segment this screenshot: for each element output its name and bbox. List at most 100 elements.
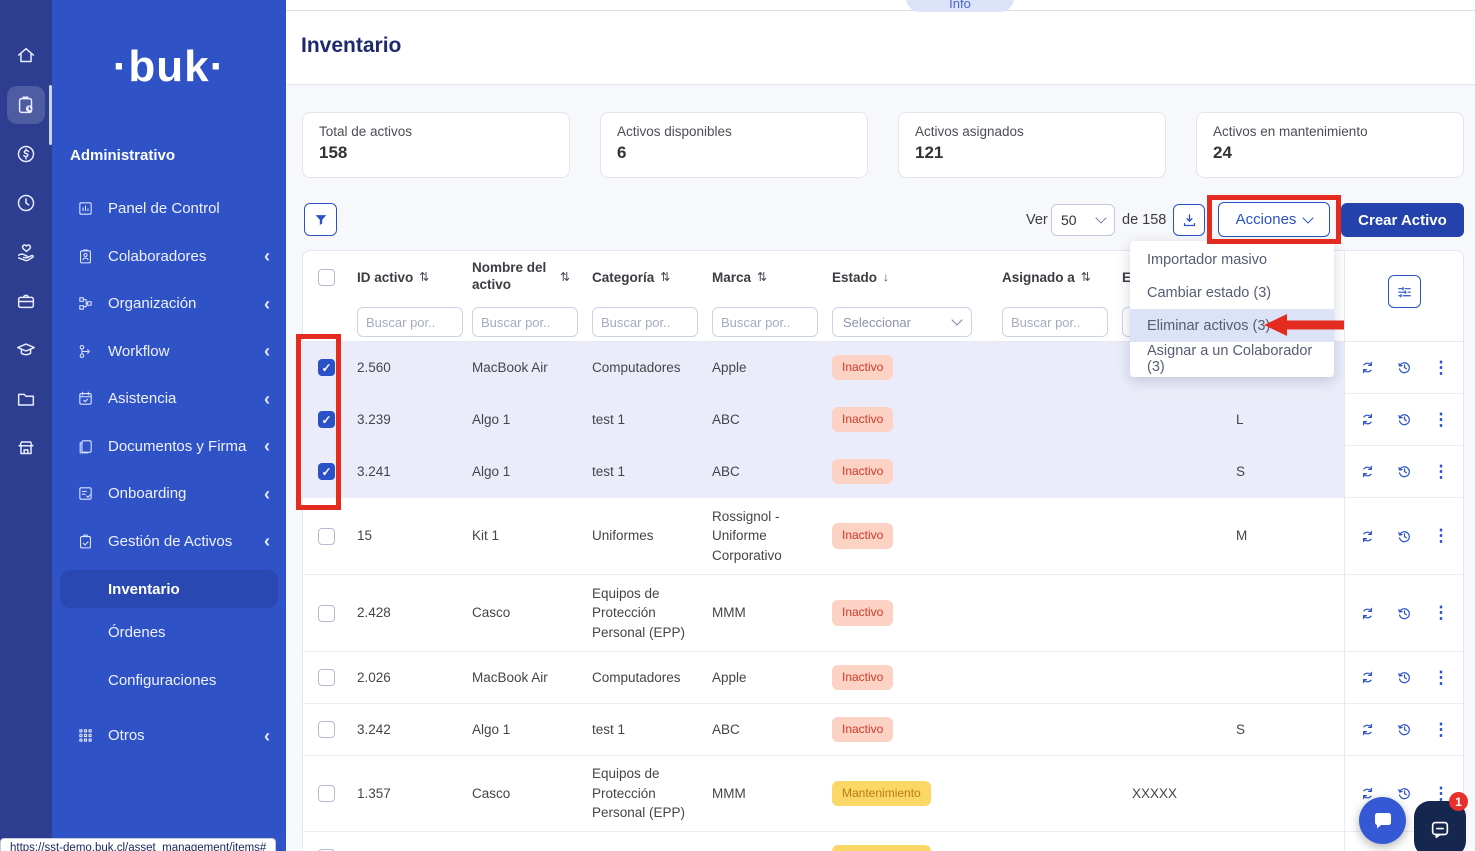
stat-card-disponibles: Activos disponibles 6 [600, 112, 868, 178]
active-rail-indicator [49, 85, 52, 145]
cell-categoria: test 1 [584, 446, 704, 497]
sidebar-item-organizacion[interactable]: Organización ‹ [52, 280, 286, 328]
page-header: Inventario [286, 10, 1475, 85]
download-button[interactable] [1173, 204, 1205, 236]
column-header-id[interactable]: ID activo⇅ [349, 251, 464, 303]
history-icon[interactable] [1396, 605, 1413, 622]
box-icon[interactable] [7, 282, 45, 320]
sidebar-item-inventario[interactable]: Inventario [60, 570, 278, 608]
money-icon[interactable] [7, 135, 45, 173]
dashboard-icon [76, 200, 94, 218]
row-checkbox[interactable] [318, 411, 335, 428]
kebab-menu-icon[interactable]: ⋮ [1433, 358, 1450, 378]
sort-icon[interactable]: ⇅ [757, 270, 767, 284]
asset-management-icon[interactable] [7, 86, 45, 124]
clock-icon[interactable] [7, 184, 45, 222]
cell-categoria: test 1 [584, 394, 704, 445]
history-icon[interactable] [1396, 669, 1413, 686]
filter-input-marca[interactable] [712, 307, 818, 337]
column-settings-button[interactable] [1388, 275, 1421, 308]
sync-icon[interactable] [1359, 528, 1376, 545]
chat-launcher-button[interactable] [1359, 797, 1406, 844]
cell-categoria: test 1 [584, 832, 704, 851]
column-header-categoria[interactable]: Categoría⇅ [584, 251, 704, 303]
filter-input-asignado[interactable] [1002, 307, 1108, 337]
sidebar-item-gestion-de-activos[interactable]: Gestión de Activos ‹ [52, 518, 286, 566]
status-badge: Inactivo [832, 523, 893, 548]
row-actions: ⋮ [1344, 704, 1463, 755]
table-row: 2.026 MacBook Air Computadores Apple Ina… [303, 652, 1463, 704]
filter-button[interactable] [304, 203, 337, 236]
education-icon[interactable] [7, 331, 45, 369]
page-size-select[interactable]: 50 [1051, 204, 1115, 236]
column-header-nombre[interactable]: Nombre del activo⇅ [464, 251, 584, 303]
column-header-asignado[interactable]: Asignado a⇅ [994, 251, 1114, 303]
history-icon[interactable] [1396, 411, 1413, 428]
cell-marca: Rossignol - Uniforme Corporativo [704, 498, 824, 574]
sort-icon[interactable]: ⇅ [419, 270, 429, 284]
history-icon[interactable] [1396, 528, 1413, 545]
sidebar-item-panel-de-control[interactable]: Panel de Control [52, 185, 286, 233]
history-icon[interactable] [1396, 721, 1413, 738]
history-icon[interactable] [1396, 463, 1413, 480]
id-card-icon [76, 247, 94, 265]
kebab-menu-icon[interactable]: ⋮ [1433, 410, 1450, 430]
filter-input-nombre[interactable] [472, 307, 578, 337]
history-icon[interactable] [1396, 359, 1413, 376]
row-checkbox[interactable] [318, 463, 335, 480]
sync-icon[interactable] [1359, 359, 1376, 376]
dropdown-menu-item[interactable]: Eliminar activos (3) [1130, 309, 1334, 342]
row-checkbox[interactable] [318, 669, 335, 686]
store-icon[interactable] [7, 429, 45, 467]
sidebar-item-ordenes[interactable]: Órdenes [52, 608, 286, 656]
sidebar-item-workflow[interactable]: Workflow ‹ [52, 328, 286, 376]
status-badge: Inactivo [832, 665, 893, 690]
cell-nombre: MacBook Air [464, 342, 584, 393]
sidebar-item-documentos-y-firma[interactable]: Documentos y Firma ‹ [52, 423, 286, 471]
dropdown-menu-item[interactable]: Importador masivo [1130, 243, 1334, 276]
home-icon[interactable] [7, 37, 45, 75]
row-checkbox[interactable] [318, 785, 335, 802]
dropdown-menu-item[interactable]: Asignar a un Colaborador (3) [1130, 342, 1334, 375]
row-checkbox[interactable] [318, 605, 335, 622]
sync-icon[interactable] [1359, 605, 1376, 622]
cell-nombre: Algo 1 [464, 446, 584, 497]
sidebar-item-onboarding[interactable]: Onboarding ‹ [52, 470, 286, 518]
row-checkbox[interactable] [318, 721, 335, 738]
acciones-button[interactable]: Acciones [1218, 202, 1330, 237]
sidebar-item-asistencia[interactable]: Asistencia ‹ [52, 375, 286, 423]
filter-input-categoria[interactable] [592, 307, 698, 337]
sort-icon[interactable]: ⇅ [1081, 270, 1091, 284]
filter-select-estado[interactable]: Seleccionar [832, 307, 972, 337]
sidebar-item-configuraciones[interactable]: Configuraciones [52, 656, 286, 704]
kebab-menu-icon[interactable]: ⋮ [1433, 603, 1450, 623]
sync-icon[interactable] [1359, 411, 1376, 428]
row-checkbox[interactable] [318, 528, 335, 545]
row-actions: ⋮ [1344, 575, 1463, 651]
sync-icon[interactable] [1359, 721, 1376, 738]
kebab-menu-icon[interactable]: ⋮ [1433, 668, 1450, 688]
column-header-estado[interactable]: Estado↓ [824, 251, 994, 303]
kebab-menu-icon[interactable]: ⋮ [1433, 720, 1450, 740]
sort-desc-icon[interactable]: ↓ [883, 270, 889, 284]
filter-input-id[interactable] [357, 307, 463, 337]
cell-nombre: Algo 1 [464, 704, 584, 755]
history-icon[interactable] [1396, 785, 1413, 802]
row-checkbox[interactable] [318, 359, 335, 376]
sort-icon[interactable]: ⇅ [660, 270, 670, 284]
column-header-marca[interactable]: Marca⇅ [704, 251, 824, 303]
sidebar-item-otros[interactable]: Otros ‹ [52, 712, 286, 760]
sidebar-item-colaboradores[interactable]: Colaboradores ‹ [52, 233, 286, 281]
sync-icon[interactable] [1359, 669, 1376, 686]
sync-icon[interactable] [1359, 463, 1376, 480]
folder-icon[interactable] [7, 380, 45, 418]
dropdown-menu-item[interactable]: Cambiar estado (3) [1130, 276, 1334, 309]
sort-icon[interactable]: ⇅ [560, 270, 570, 284]
cell-asignado-a [994, 394, 1114, 445]
crear-activo-button[interactable]: Crear Activo [1341, 203, 1464, 237]
kebab-menu-icon[interactable]: ⋮ [1433, 462, 1450, 482]
select-all-checkbox[interactable] [318, 269, 335, 286]
cell-marca: MMM [704, 756, 824, 831]
benefits-icon[interactable] [7, 233, 45, 271]
kebab-menu-icon[interactable]: ⋮ [1433, 526, 1450, 546]
